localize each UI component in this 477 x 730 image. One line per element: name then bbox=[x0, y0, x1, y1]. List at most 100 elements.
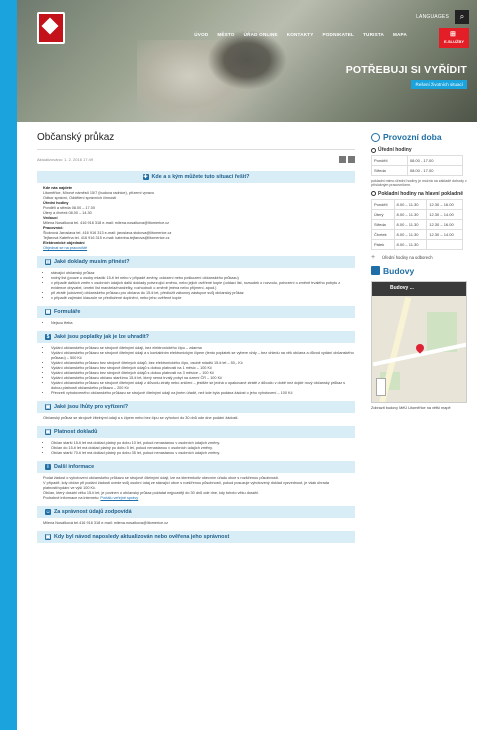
staff-line: Štokrová Jaroslava tel. 416 916 313 e-ma… bbox=[43, 231, 172, 235]
table-cell: 8.00 – 11.30 bbox=[393, 228, 428, 240]
list-item: v případě zajímání klauzule ve předložen… bbox=[51, 296, 355, 301]
nav-item-business[interactable]: PODNIKATEL bbox=[323, 32, 355, 37]
section-who-title: Kde a s kým můžete tuto situaci řešit? bbox=[151, 174, 250, 180]
list-item: Nejsou třeba bbox=[51, 321, 355, 326]
department-hours-link[interactable]: + Úřední hodiny na odborech bbox=[371, 253, 467, 261]
office-hours-label: Úřední hodiny bbox=[378, 147, 412, 153]
table-cell: 8.00 – 11.30 bbox=[393, 218, 428, 230]
search-icon[interactable]: ⌕ bbox=[455, 10, 469, 24]
article-meta: Aktualizováno: 1. 2. 2016 17:49 bbox=[37, 156, 355, 163]
where-line: Litoměřice, Mírové náměstí 15/7 (budova … bbox=[43, 191, 155, 195]
list-item: Občan starší 70-ti let má doklad platný … bbox=[51, 451, 355, 456]
languages-link[interactable]: LANGUAGES bbox=[416, 14, 449, 20]
hours-widget-title: Provozní doba bbox=[371, 132, 467, 142]
calendar-icon: ▣ bbox=[45, 429, 51, 435]
table-cell: 8.00 – 11.30 bbox=[393, 198, 428, 210]
page-frame: LANGUAGES ⌕ ÚVOD MĚSTO ÚŘAD ONLINE KONTA… bbox=[17, 0, 477, 730]
nav-item-contacts[interactable]: KONTAKTY bbox=[287, 32, 314, 37]
eservices-button[interactable]: ⊞ E-SLUŽBY bbox=[439, 28, 469, 48]
forms-list: Nejsou třeba bbox=[51, 321, 355, 326]
staff-line: Tejfarová Kateřina tel. 416 916 315 e-ma… bbox=[43, 236, 170, 240]
more-content: Podat žádost o vyhotovení občanského prů… bbox=[43, 476, 349, 501]
buildings-map[interactable]: Budovy ... bbox=[371, 280, 467, 403]
office-note: pokladní mimo úřední hodiny je možná na … bbox=[371, 179, 467, 188]
cart-icon: ⊞ bbox=[450, 31, 456, 38]
section-deadlines-title: Jaké jsou lhůty pro vyřízení? bbox=[54, 404, 128, 410]
more-paragraph: Podrobné informace na internetu: bbox=[43, 496, 100, 500]
form-icon: ▦ bbox=[45, 309, 51, 315]
more-paragraph: Podat žádost o vyhotovení občanského prů… bbox=[43, 476, 279, 480]
staff-heading: Pracovníci: bbox=[43, 226, 64, 230]
buildings-widget-label: Budovy bbox=[383, 265, 415, 276]
id-card-icon: ▤ bbox=[45, 259, 51, 265]
table-cell: 08.00 - 17.00 bbox=[406, 165, 464, 176]
nav-item-map[interactable]: MAPA bbox=[393, 32, 407, 37]
list-item: v případě dalších změn v osobních údajíc… bbox=[51, 281, 355, 291]
list-item: Převzetí vyhotoveného občanského průkazu… bbox=[51, 391, 355, 396]
hero-photo-detail bbox=[207, 30, 287, 90]
table-cell: Pátek bbox=[371, 238, 395, 250]
section-validity: ▣ Platnost dokladů bbox=[37, 426, 355, 438]
section-forms: ▦ Formuláře bbox=[37, 306, 355, 318]
section-deadlines: ▣ Jaké jsou lhůty pro vyřízení? bbox=[37, 401, 355, 413]
page-title: Občanský průkaz bbox=[37, 132, 355, 150]
table-cell: 8.00 – 11.30 bbox=[393, 208, 428, 220]
calendar-icon: ▣ bbox=[45, 404, 51, 410]
table-cell bbox=[426, 238, 463, 250]
section-fees-title: Jaké jsou poplatky jak je lze uhradit? bbox=[54, 334, 149, 340]
section-validity-title: Platnost dokladů bbox=[54, 429, 98, 435]
signpost-icon: ✚ bbox=[142, 174, 149, 180]
more-paragraph: V případě, kdy občan při podání žádosti … bbox=[43, 481, 329, 490]
table-cell: Pondělí bbox=[371, 198, 395, 210]
deadlines-text: Občanský průkaz se strojově čitelnými úd… bbox=[43, 416, 239, 420]
cash-hours-heading: Pokladní hodiny na hlavní pokladně bbox=[371, 191, 467, 197]
city-logo[interactable] bbox=[37, 12, 65, 44]
clock-icon bbox=[371, 191, 376, 197]
section-responsible: ☺ Za správnost údajů zodpovídá bbox=[37, 506, 355, 518]
order-heading: Elektronické objednání bbox=[43, 241, 85, 245]
building-icon bbox=[371, 266, 380, 276]
order-link[interactable]: Objednat se na pracoviště bbox=[43, 246, 87, 250]
portal-link[interactable]: Portálu veřejné správy bbox=[100, 496, 138, 500]
section-more-title: Další informace bbox=[54, 464, 95, 470]
fees-list: Vydání občanského průkazu se strojově či… bbox=[51, 346, 355, 396]
article: Občanský průkaz Aktualizováno: 1. 2. 201… bbox=[37, 132, 355, 546]
map-toolbar: Budovy ... bbox=[372, 281, 466, 296]
print-icon[interactable] bbox=[339, 156, 346, 163]
eservices-label: E-SLUŽBY bbox=[444, 39, 464, 44]
article-tools bbox=[339, 156, 355, 163]
table-cell: Pondělí bbox=[371, 155, 408, 166]
table-row: Pondělí 08.00 - 17.00 bbox=[371, 155, 464, 166]
map-larger-link[interactable]: Zobrazit budovy MěÚ Litoměřice na větší … bbox=[371, 406, 467, 411]
list-item: Vydání občanského průkazu se strojově či… bbox=[51, 351, 355, 361]
info-icon: i bbox=[45, 464, 51, 470]
hours-line: Pondělí a středa 08.00 – 17.00 bbox=[43, 206, 95, 210]
nav-item-office-online[interactable]: ÚŘAD ONLINE bbox=[244, 32, 278, 37]
updated-date: Aktualizováno: 1. 2. 2016 17:49 bbox=[37, 157, 94, 162]
calendar-icon: ▣ bbox=[45, 534, 51, 540]
office-hours-heading: Úřední hodiny bbox=[371, 147, 467, 153]
plus-icon: + bbox=[371, 253, 376, 261]
hero-subline[interactable]: Řešení životních situací bbox=[411, 80, 467, 89]
cash-hours-label: Pokladní hodiny na hlavní pokladně bbox=[378, 190, 464, 197]
email-icon[interactable] bbox=[348, 156, 355, 163]
map-title[interactable]: Budovy ... bbox=[390, 285, 414, 291]
hero-banner: LANGUAGES ⌕ ÚVOD MĚSTO ÚŘAD ONLINE KONTA… bbox=[17, 0, 477, 122]
map-zoom-control[interactable] bbox=[376, 377, 386, 396]
users-icon: ☺ bbox=[45, 509, 51, 515]
table-cell: 12.30 – 14.00 bbox=[426, 228, 463, 240]
section-lastupdate-title: Kdy byl návod naposledy aktualizován neb… bbox=[54, 534, 230, 540]
hours-heading: Úřední hodiny bbox=[43, 201, 69, 205]
nav-item-tourist[interactable]: TURISTA bbox=[363, 32, 384, 37]
nav-item-home[interactable]: ÚVOD bbox=[194, 32, 208, 37]
table-row: Pondělí 8.00 – 11.30 12.30 – 16.00 bbox=[371, 198, 463, 210]
table-cell: 12.30 – 16.00 bbox=[426, 218, 463, 230]
where-line: Odbor správní, Oddělení správních činnos… bbox=[43, 196, 117, 200]
nav-item-city[interactable]: MĚSTO bbox=[217, 32, 234, 37]
validity-list: Občan starší 15-ti let má doklad platný … bbox=[51, 441, 355, 456]
table-cell: Středa bbox=[371, 165, 408, 176]
more-paragraph: Občan, který dosáhl věku 15-ti let, je p… bbox=[43, 491, 259, 495]
sidebar: Provozní doba Úřední hodiny Pondělí 08.0… bbox=[371, 132, 467, 410]
list-item: Vydání občanského průkazu se strojově či… bbox=[51, 381, 355, 391]
money-icon: $ bbox=[45, 334, 51, 340]
